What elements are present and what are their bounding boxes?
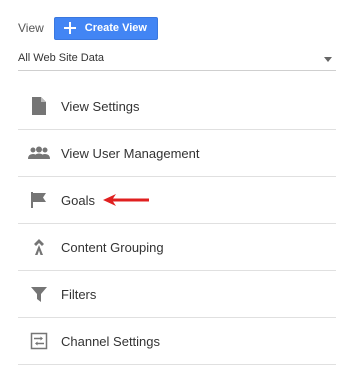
menu-item-label: Channel Settings	[61, 333, 161, 349]
menu-item-channel-settings[interactable]: Channel Settings	[18, 318, 336, 365]
menu-item-label: View User Management	[61, 145, 200, 161]
dropdown-caret-icon	[324, 57, 332, 62]
view-menu: View Settings View User Management Goals	[18, 83, 336, 365]
menu-item-content-grouping[interactable]: Content Grouping	[18, 224, 336, 271]
menu-item-view-user-management[interactable]: View User Management	[18, 130, 336, 177]
menu-item-label: Content Grouping	[61, 239, 164, 255]
view-header: View Create View	[18, 16, 158, 40]
view-label: View	[18, 21, 44, 35]
flag-icon	[28, 189, 50, 211]
plus-icon	[63, 22, 76, 34]
content-grouping-icon	[28, 236, 50, 258]
menu-item-label: Filters	[61, 286, 97, 302]
menu-item-label: View Settings	[61, 98, 140, 114]
annotation-arrow	[103, 194, 149, 206]
create-view-label: Create View	[84, 22, 147, 34]
channel-settings-icon	[28, 330, 50, 352]
create-view-button[interactable]: Create View	[53, 16, 158, 40]
view-selector-value: All Web Site Data	[18, 52, 105, 64]
menu-item-goals[interactable]: Goals	[18, 177, 336, 224]
view-selector[interactable]: All Web Site Data	[18, 50, 336, 71]
filter-icon	[28, 283, 50, 305]
users-icon	[28, 142, 50, 164]
document-icon	[28, 95, 50, 117]
menu-item-view-settings[interactable]: View Settings	[18, 83, 336, 130]
menu-item-label: Goals	[61, 192, 95, 208]
menu-item-filters[interactable]: Filters	[18, 271, 336, 318]
